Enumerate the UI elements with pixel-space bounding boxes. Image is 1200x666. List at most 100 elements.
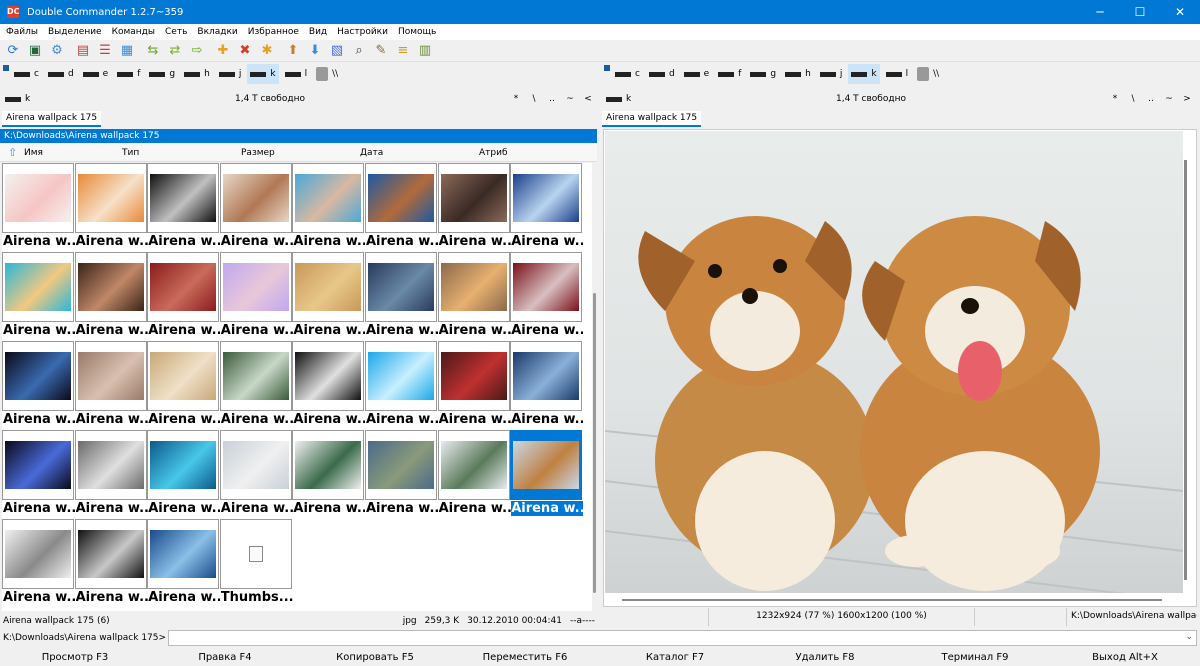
preview-hscrollbar[interactable] xyxy=(622,599,1162,601)
dir-hotlist-icon[interactable]: ▥ xyxy=(415,41,435,61)
left-current-path[interactable]: K:\Downloads\Airena wallpack 175 xyxy=(0,129,597,143)
thumbnail-item[interactable]: Airena w.. xyxy=(365,430,438,519)
nav-button[interactable]: ~ xyxy=(1160,94,1178,104)
thumbnail-item[interactable]: Airena w.. xyxy=(74,252,148,341)
fkey-button[interactable]: Переместить F6 xyxy=(450,652,600,663)
remove-fav-icon[interactable]: ✖ xyxy=(235,41,255,61)
column-date[interactable]: Дата xyxy=(360,148,383,158)
nav-button[interactable]: ~ xyxy=(561,94,579,104)
options-icon[interactable]: ⚙ xyxy=(47,41,67,61)
thumbnail-item[interactable]: Airena w.. xyxy=(219,341,293,430)
menu-item[interactable]: Команды xyxy=(112,27,155,37)
nav-button[interactable]: * xyxy=(507,94,525,104)
left-folder-tab[interactable]: Airena wallpack 175 xyxy=(2,111,102,127)
minimize-button[interactable]: ─ xyxy=(1080,0,1120,24)
multi-rename-icon[interactable]: ≡ xyxy=(393,41,413,61)
fkey-button[interactable]: Копировать F5 xyxy=(300,652,450,663)
drive-button[interactable]: c xyxy=(612,64,643,84)
left-scrollbar[interactable] xyxy=(592,163,598,611)
thumbnail-item[interactable]: Airena w.. xyxy=(437,252,511,341)
thumbnail-item[interactable]: Airena w.. xyxy=(2,430,75,519)
thumbnail-item[interactable]: Airena w.. xyxy=(147,519,220,608)
full-view-icon[interactable]: ☰ xyxy=(95,41,115,61)
left-drive-selector[interactable]: k xyxy=(5,94,235,104)
thumbnail-item[interactable]: Airena w.. xyxy=(74,430,148,519)
menu-item[interactable]: Выделение xyxy=(48,27,102,37)
drive-button[interactable]: k xyxy=(247,64,279,84)
brief-view-icon[interactable]: ▤ xyxy=(73,41,93,61)
thumbnail-item[interactable]: Airena w.. xyxy=(2,519,75,608)
drive-button[interactable]: c xyxy=(11,64,42,84)
thumb-view-icon[interactable]: ▦ xyxy=(117,41,137,61)
sync-dirs-icon[interactable]: ⇆ xyxy=(143,41,163,61)
thumbnail-item[interactable]: Airena w.. xyxy=(147,252,220,341)
menu-item[interactable]: Вид xyxy=(309,27,327,37)
right-drive-selector[interactable]: k xyxy=(606,94,836,104)
thumbnail-item[interactable]: Airena w.. xyxy=(74,163,148,252)
menu-item[interactable]: Избранное xyxy=(248,27,299,37)
drive-button[interactable]: d xyxy=(45,64,77,84)
command-input[interactable]: ⌄ xyxy=(168,630,1197,646)
thumbnail-item[interactable]: Thumbs... xyxy=(219,519,293,608)
thumbnail-item[interactable]: Airena w.. xyxy=(219,252,293,341)
drive-button[interactable]: j xyxy=(216,64,245,84)
nav-button[interactable]: \ xyxy=(525,94,543,104)
thumbnail-item[interactable]: Airena w.. xyxy=(2,341,75,430)
nav-button[interactable]: .. xyxy=(1142,94,1160,104)
drive-button[interactable]: l xyxy=(883,64,912,84)
copy-right-icon[interactable]: ⇨ xyxy=(187,41,207,61)
column-type[interactable]: Тип xyxy=(122,148,139,158)
thumbnail-item[interactable]: Airena w.. xyxy=(292,341,365,430)
column-size[interactable]: Размер xyxy=(241,148,275,158)
thumbnail-item[interactable]: Airena w.. xyxy=(74,341,148,430)
menu-item[interactable]: Сеть xyxy=(165,27,187,37)
thumbnail-item[interactable]: Airena w.. xyxy=(437,341,511,430)
swap-panels-icon[interactable]: ⇄ xyxy=(165,41,185,61)
nav-button[interactable]: \ xyxy=(1124,94,1142,104)
thumbnail-item[interactable]: Airena w.. xyxy=(510,341,583,430)
fav-menu-icon[interactable]: ✱ xyxy=(257,41,277,61)
thumbnail-item[interactable]: Airena w.. xyxy=(365,252,438,341)
fkey-button[interactable]: Каталог F7 xyxy=(600,652,750,663)
thumbnail-item[interactable]: Airena w.. xyxy=(147,341,220,430)
thumbnail-item[interactable]: Airena w.. xyxy=(510,163,583,252)
nav-button[interactable]: * xyxy=(1106,94,1124,104)
drive-button[interactable]: h xyxy=(782,64,814,84)
drive-button[interactable]: \\ xyxy=(313,64,341,84)
drive-button[interactable]: l xyxy=(282,64,311,84)
menu-item[interactable]: Помощь xyxy=(398,27,436,37)
scrollbar-thumb[interactable] xyxy=(593,293,596,593)
thumbnail-item[interactable]: Airena w.. xyxy=(2,163,75,252)
nav-button[interactable]: > xyxy=(1178,94,1196,104)
search-icon[interactable]: ⌕ xyxy=(349,41,369,61)
menu-item[interactable]: Настройки xyxy=(337,27,388,37)
run-term-icon[interactable]: ▣ xyxy=(25,41,45,61)
drive-button[interactable]: f xyxy=(715,64,744,84)
drive-button[interactable]: k xyxy=(848,64,880,84)
add-fav-icon[interactable]: ✚ xyxy=(213,41,233,61)
thumbnail-item[interactable]: Airena w.. xyxy=(2,252,75,341)
nav-button[interactable]: .. xyxy=(543,94,561,104)
fkey-button[interactable]: Терминал F9 xyxy=(900,652,1050,663)
thumbnail-item[interactable]: Airena w.. xyxy=(219,163,293,252)
thumbnail-item[interactable]: Airena w.. xyxy=(437,163,511,252)
drive-button[interactable]: j xyxy=(817,64,846,84)
maximize-button[interactable]: ☐ xyxy=(1120,0,1160,24)
pack-icon[interactable]: ⬆ xyxy=(283,41,303,61)
thumbnail-item[interactable]: Airena w.. xyxy=(219,430,293,519)
thumbnail-item[interactable]: Airena w.. xyxy=(292,163,365,252)
close-button[interactable]: ✕ xyxy=(1160,0,1200,24)
refresh-icon[interactable]: ⟳ xyxy=(3,41,23,61)
sort-up-icon[interactable]: ⇧ xyxy=(8,146,17,159)
edit-file-icon[interactable]: ✎ xyxy=(371,41,391,61)
menu-item[interactable]: Файлы xyxy=(6,27,38,37)
thumbnail-item[interactable]: Airena w.. xyxy=(365,163,438,252)
thumbnail-item[interactable]: Airena w.. xyxy=(510,252,583,341)
drive-button[interactable]: d xyxy=(646,64,678,84)
image-preview-pane[interactable] xyxy=(603,129,1197,607)
drive-button[interactable]: f xyxy=(114,64,143,84)
drive-button[interactable]: e xyxy=(681,64,713,84)
drive-button[interactable]: g xyxy=(747,64,779,84)
thumbnail-item[interactable]: Airena w.. xyxy=(510,430,584,519)
drive-button[interactable]: h xyxy=(181,64,213,84)
